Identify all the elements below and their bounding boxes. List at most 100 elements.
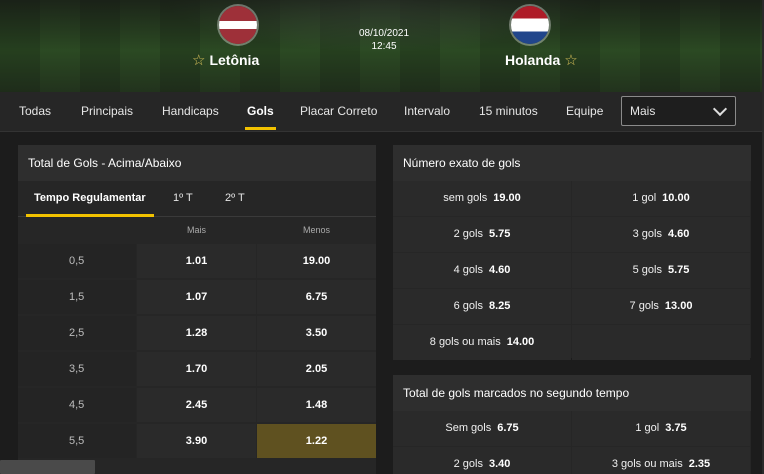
goal-line: 0,5 (18, 244, 136, 278)
outcome-label: 2 gols (453, 228, 483, 240)
odds-row: Sem gols 6.75 1 gol 3.75 (393, 411, 751, 447)
outcome-label: 1 gol (632, 192, 657, 204)
match-time: 12:45 (371, 41, 397, 52)
odd-button[interactable]: 8 gols ou mais 14.00 (393, 325, 571, 360)
exact-goals-panel: Número exato de gols sem gols 19.00 1 gol… (393, 145, 751, 361)
panel-title: Total de gols marcados no segundo tempo (393, 375, 751, 411)
period-subtabs: Tempo Regulamentar 1º T 2º T (18, 181, 376, 217)
odd-value: 4.60 (488, 264, 511, 276)
odd-value: 10.00 (662, 192, 690, 204)
odd-value: 13.00 (664, 300, 693, 312)
under-odd-button[interactable]: 2.05 (257, 352, 376, 386)
panel-title: Total de Gols - Acima/Abaixo (18, 145, 376, 181)
market-tabs: Todas Principais Handicaps Gols Placar C… (0, 92, 764, 132)
outcome-label: Sem gols (445, 422, 492, 434)
over-odd-button[interactable]: 3.90 (137, 424, 256, 458)
table-row: 1,5 1.07 6.75 (18, 280, 376, 315)
home-team-name: Letônia (209, 52, 260, 68)
odd-button[interactable]: 5 gols 5.75 (572, 253, 750, 288)
over-odd-button[interactable]: 1.07 (137, 280, 256, 314)
under-odd-button[interactable]: 19.00 (257, 244, 376, 278)
tab-placar-correto[interactable]: Placar Correto (300, 92, 377, 132)
goal-line: 1,5 (18, 280, 136, 314)
under-odd-button[interactable]: 1.48 (257, 388, 376, 422)
goal-line: 3,5 (18, 352, 136, 386)
outcome-label: 4 gols (453, 264, 483, 276)
table-row: 3,5 1.70 2.05 (18, 352, 376, 387)
odd-button[interactable]: 3 gols 4.60 (572, 217, 750, 252)
favorite-star-icon[interactable]: ☆ (564, 51, 577, 69)
table-row: 5,5 3.90 1.22 (18, 424, 376, 459)
total-goals-panel: Total de Gols - Acima/Abaixo Tempo Regul… (18, 145, 376, 474)
panel-title: Número exato de gols (393, 145, 751, 181)
home-team: ☆ Letônia (192, 51, 259, 69)
goal-line: 2,5 (18, 316, 136, 350)
outcome-label: 3 gols ou mais (611, 458, 683, 470)
under-odd-button-selected[interactable]: 1.22 (257, 424, 376, 458)
outcome-label: 2 gols (453, 458, 483, 470)
match-date: 08/10/2021 (358, 28, 410, 39)
odd-button[interactable]: 7 gols 13.00 (572, 289, 750, 324)
horizontal-scrollbar[interactable] (0, 460, 95, 474)
over-odd-button[interactable]: 2.45 (137, 388, 256, 422)
goal-line: 4,5 (18, 388, 136, 422)
odds-row: 2 gols 5.75 3 gols 4.60 (393, 217, 751, 253)
odds-row: 2 gols 3.40 3 gols ou mais 2.35 (393, 447, 751, 474)
odd-button[interactable]: 3 gols ou mais 2.35 (572, 447, 750, 474)
table-row: 4,5 2.45 1.48 (18, 388, 376, 423)
odd-button[interactable]: 4 gols 4.60 (393, 253, 571, 288)
odd-button[interactable]: 2 gols 3.40 (393, 447, 571, 474)
odds-row: 8 gols ou mais 14.00 (393, 325, 751, 361)
table-row: 0,5 1.01 19.00 (18, 244, 376, 279)
under-odd-button[interactable]: 3.50 (257, 316, 376, 350)
outcome-label: 7 gols (629, 300, 659, 312)
under-odd-button[interactable]: 6.75 (257, 280, 376, 314)
tab-15-minutos[interactable]: 15 minutos (479, 92, 538, 132)
odd-button[interactable]: 2 gols 5.75 (393, 217, 571, 252)
odd-value: 8.25 (488, 300, 511, 312)
netherlands-flag-icon (511, 6, 549, 44)
odd-button[interactable]: 6 gols 8.25 (393, 289, 571, 324)
odd-value: 6.75 (497, 422, 519, 434)
more-select-value: Mais (630, 104, 656, 118)
goal-line: 5,5 (18, 424, 136, 458)
column-header-over: Mais (186, 225, 206, 235)
tab-gols[interactable]: Gols (245, 92, 276, 132)
odds-row: 4 gols 4.60 5 gols 5.75 (393, 253, 751, 289)
over-odd-button[interactable]: 1.70 (137, 352, 256, 386)
tab-todas[interactable]: Todas (19, 92, 51, 132)
tab-principais[interactable]: Principais (81, 92, 133, 132)
outcome-label: sem gols (443, 192, 488, 204)
odd-value: 19.00 (493, 192, 521, 204)
second-half-goals-panel: Total de gols marcados no segundo tempo … (393, 375, 751, 474)
odd-value: 3.40 (488, 458, 511, 470)
odd-button[interactable]: sem gols 19.00 (393, 181, 571, 216)
odd-button[interactable]: 1 gol 3.75 (572, 411, 750, 446)
away-team: Holanda ☆ (505, 51, 578, 69)
betting-market-page: ☆ Letônia 08/10/2021 12:45 Holanda ☆ Tod… (0, 0, 764, 474)
odds-row: 6 gols 8.25 7 gols 13.00 (393, 289, 751, 325)
over-odd-button[interactable]: 1.28 (137, 316, 256, 350)
subtab-tempo-regulamentar[interactable]: Tempo Regulamentar (26, 181, 154, 217)
table-row: 2,5 1.28 3.50 (18, 316, 376, 351)
odd-button[interactable]: Sem gols 6.75 (393, 411, 571, 446)
more-markets-select[interactable]: Mais (621, 96, 736, 126)
outcome-label: 1 gol (635, 422, 660, 434)
odd-value: 2.35 (688, 458, 711, 470)
match-datetime: 08/10/2021 12:45 (344, 27, 424, 53)
favorite-star-icon[interactable]: ☆ (192, 51, 205, 69)
tab-handicaps[interactable]: Handicaps (162, 92, 219, 132)
over-odd-button[interactable]: 1.01 (137, 244, 256, 278)
tab-equipe[interactable]: Equipe (566, 92, 603, 132)
outcome-label: 3 gols (632, 228, 662, 240)
odd-value: 4.60 (667, 228, 690, 240)
subtab-2t[interactable]: 2º T (225, 181, 245, 217)
odd-value: 5.75 (488, 228, 511, 240)
chevron-down-icon (712, 101, 728, 117)
odd-button[interactable]: 1 gol 10.00 (572, 181, 750, 216)
tab-intervalo[interactable]: Intervalo (404, 92, 450, 132)
odd-value: 3.75 (665, 422, 687, 434)
outcome-label: 8 gols ou mais (429, 336, 501, 348)
latvia-flag-icon (219, 6, 257, 44)
subtab-1t[interactable]: 1º T (173, 181, 193, 217)
